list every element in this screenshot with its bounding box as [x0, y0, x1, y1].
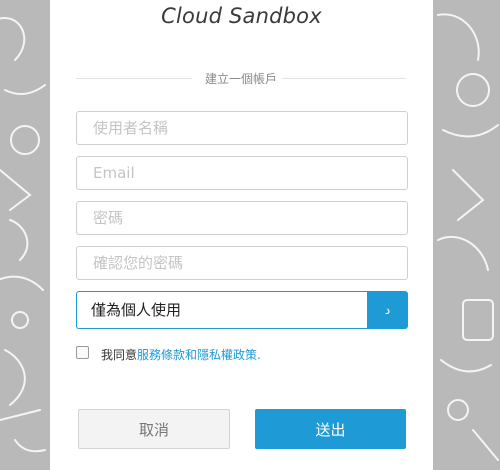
app-title: Cloud Sandbox	[161, 4, 322, 28]
cancel-button[interactable]: 取消	[78, 409, 230, 449]
divider-right	[282, 78, 406, 79]
dropdown-icon: د	[384, 303, 391, 317]
agreement-prefix: 我同意	[101, 348, 138, 362]
usage-select[interactable]: 僅為個人使用 د	[76, 291, 408, 329]
agree-checkbox[interactable]	[76, 346, 89, 359]
agreement-suffix: .	[257, 348, 261, 362]
username-input[interactable]	[76, 111, 408, 145]
usage-select-button[interactable]: د	[367, 291, 408, 329]
confirm-password-input[interactable]	[76, 246, 408, 280]
background-doodle-right	[433, 0, 500, 470]
usage-select-value[interactable]: 僅為個人使用	[76, 291, 367, 329]
password-input[interactable]	[76, 201, 408, 235]
signup-panel: Cloud Sandbox 建立一個帳戶 僅為個人使用 د 我同意服務條款和隱私…	[50, 0, 433, 470]
email-input[interactable]	[76, 156, 408, 190]
section-header: 建立一個帳戶	[76, 70, 406, 88]
doodle-pattern-right	[437, 13, 499, 461]
agreement-text: 我同意服務條款和隱私權政策.	[101, 346, 261, 363]
background-doodle-left	[0, 0, 50, 470]
agreement-row: 我同意服務條款和隱私權政策.	[76, 345, 406, 363]
terms-link[interactable]: 服務條款和隱私權政策	[137, 348, 257, 362]
doodle-pattern-left	[0, 17, 46, 453]
submit-button[interactable]: 送出	[255, 409, 406, 449]
